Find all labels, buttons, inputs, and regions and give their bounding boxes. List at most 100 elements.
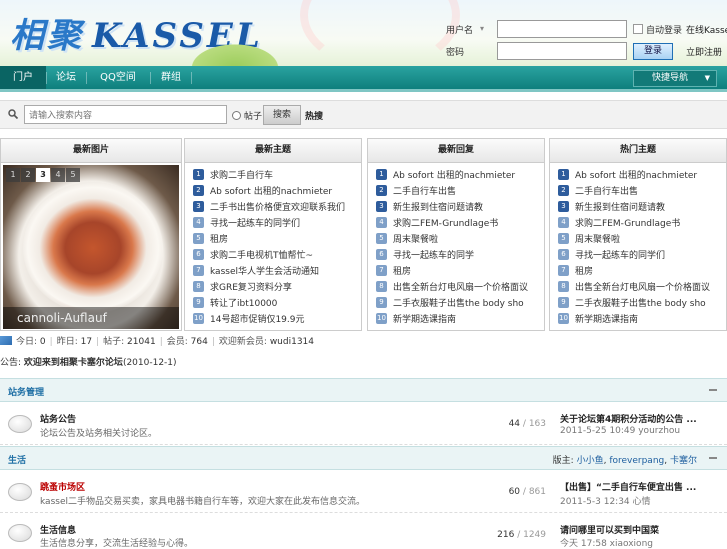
password-input[interactable] xyxy=(497,42,627,60)
list-item[interactable]: 8 出售全新台灯电风扇一个价格面议 xyxy=(558,279,727,295)
list-item-title[interactable]: 周末聚餐啦 xyxy=(393,232,438,245)
list-item[interactable]: 3 新生报到住宿问题请教 xyxy=(376,199,548,215)
register-link[interactable]: 立即注册 xyxy=(686,45,722,58)
username-input[interactable] xyxy=(497,20,627,38)
list-item[interactable]: 1 Ab sofort 出租的nachmieter xyxy=(376,167,548,183)
list-item[interactable]: 6 寻找一起练车的同学 xyxy=(376,247,548,263)
list-item-title[interactable]: 寻找一起练车的同学 xyxy=(393,248,474,261)
forum-name-link[interactable]: 跳蚤市场区 xyxy=(40,480,85,493)
list-item-title[interactable]: 14号超市促销仅19.9元 xyxy=(210,312,305,325)
slide-page-button[interactable]: 3 xyxy=(36,168,50,182)
nav-item-groups[interactable]: 群组 xyxy=(152,66,190,89)
block-title[interactable]: 站务管理 xyxy=(8,385,44,398)
list-item-title[interactable]: 租房 xyxy=(393,264,411,277)
moderator-link[interactable]: foreverpang xyxy=(609,456,664,466)
list-item[interactable]: 6 求购二手电视机T恤帮忙~ xyxy=(193,247,365,263)
list-item[interactable]: 1 求购二手自行车 xyxy=(193,167,365,183)
list-item[interactable]: 5 周末聚餐啦 xyxy=(558,231,727,247)
list-item[interactable]: 5 周末聚餐啦 xyxy=(376,231,548,247)
nav-item-qzone[interactable]: QQ空间 xyxy=(88,66,148,89)
search-type-radio[interactable] xyxy=(232,111,241,120)
slide-caption[interactable]: cannoli-Auflauf xyxy=(3,307,179,329)
last-post-link[interactable]: 关于论坛第4期积分活动的公告 ... xyxy=(560,412,697,425)
login-button[interactable]: 登录 xyxy=(633,43,673,60)
list-item-title[interactable]: 求购二FEM-Grundlage书 xyxy=(575,216,680,229)
forum-name-link[interactable]: 生活信息 xyxy=(40,523,76,536)
slide-page-button[interactable]: 2 xyxy=(21,168,35,182)
quick-nav-dropdown[interactable]: 快捷导航 ▼ xyxy=(633,70,717,87)
list-item[interactable]: 3 新生报到住宿问题请教 xyxy=(558,199,727,215)
list-item-title[interactable]: 转让了ibt10000 xyxy=(210,296,277,309)
list-item[interactable]: 6 寻找一起练车的同学们 xyxy=(558,247,727,263)
list-item[interactable]: 2 二手自行车出售 xyxy=(376,183,548,199)
rank-badge: 2 xyxy=(193,185,204,196)
nav-item-forum[interactable]: 论坛 xyxy=(46,66,86,89)
list-item-title[interactable]: 寻找一起练车的同学们 xyxy=(210,216,300,229)
slide-page-button[interactable]: 4 xyxy=(51,168,65,182)
last-post-link[interactable]: 【出售】“二手自行车便宜出售 ... xyxy=(560,480,696,493)
list-item[interactable]: 4 求购二FEM-Grundlage书 xyxy=(376,215,548,231)
list-item-title[interactable]: 二手自行车出售 xyxy=(393,184,456,197)
list-item-title[interactable]: 租房 xyxy=(210,232,228,245)
announcement-link[interactable]: 欢迎来到相聚卡塞尔论坛 xyxy=(24,358,123,368)
list-item-title[interactable]: 寻找一起练车的同学们 xyxy=(575,248,665,261)
list-item-title[interactable]: 租房 xyxy=(575,264,593,277)
moderator-link[interactable]: 卡塞尔 xyxy=(670,456,697,466)
list-item[interactable]: 10 14号超市促销仅19.9元 xyxy=(193,311,365,327)
list-item-title[interactable]: 求购二手电视机T恤帮忙~ xyxy=(210,248,313,261)
list-item[interactable]: 4 寻找一起练车的同学们 xyxy=(193,215,365,231)
slide-page-button[interactable]: 1 xyxy=(6,168,20,182)
list-item-title[interactable]: Ab sofort 出租的nachmieter xyxy=(210,184,332,197)
collapse-icon[interactable] xyxy=(709,457,717,459)
list-item[interactable]: 10 新学期选课指南 xyxy=(558,311,727,327)
remember-checkbox[interactable] xyxy=(633,24,643,34)
search-button[interactable]: 搜索 xyxy=(263,105,301,125)
list-item-title[interactable]: 二手书出售价格便宜欢迎联系我们 xyxy=(210,200,345,213)
list-item[interactable]: 7 租房 xyxy=(376,263,548,279)
list-item[interactable]: 9 二手衣服鞋子出售the body sho xyxy=(558,295,727,311)
list-item[interactable]: 5 租房 xyxy=(193,231,365,247)
forum-name-link[interactable]: 站务公告 xyxy=(40,412,76,425)
chevron-down-icon[interactable]: ▾ xyxy=(480,24,484,33)
list-item-title[interactable]: 新生报到住宿问题请教 xyxy=(393,200,483,213)
nav-item-portal[interactable]: 门户 xyxy=(0,66,46,89)
list-item-title[interactable]: Ab sofort 出租的nachmieter xyxy=(575,168,697,181)
last-post-link[interactable]: 请问哪里可以买到中国菜 xyxy=(560,523,659,536)
slide-page-button[interactable]: 5 xyxy=(66,168,80,182)
list-item-title[interactable]: 新生报到住宿问题请教 xyxy=(575,200,665,213)
newest-member-link[interactable]: wudi1314 xyxy=(270,337,314,347)
list-item-title[interactable]: 二手衣服鞋子出售the body sho xyxy=(393,296,524,309)
list-item[interactable]: 4 求购二FEM-Grundlage书 xyxy=(558,215,727,231)
search-input[interactable] xyxy=(24,105,227,124)
moderator-link[interactable]: 小小鱼 xyxy=(577,456,604,466)
list-item-title[interactable]: 求购二FEM-Grundlage书 xyxy=(393,216,498,229)
image-slideshow[interactable]: 12345 cannoli-Auflauf xyxy=(3,165,179,329)
list-item-title[interactable]: 周末聚餐啦 xyxy=(575,232,620,245)
list-item-title[interactable]: 二手自行车出售 xyxy=(575,184,638,197)
list-item[interactable]: 3 二手书出售价格便宜欢迎联系我们 xyxy=(193,199,365,215)
list-item[interactable]: 8 出售全新台灯电风扇一个价格面议 xyxy=(376,279,548,295)
thread-count: 44 xyxy=(508,419,521,429)
list-item-title[interactable]: 出售全新台灯电风扇一个价格面议 xyxy=(575,280,710,293)
online-link[interactable]: 在线Kassel xyxy=(686,23,727,36)
list-item[interactable]: 7 kassel华人学生会活动通知 xyxy=(193,263,365,279)
rank-badge: 2 xyxy=(558,185,569,196)
list-item[interactable]: 9 转让了ibt10000 xyxy=(193,295,365,311)
list-item[interactable]: 9 二手衣服鞋子出售the body sho xyxy=(376,295,548,311)
collapse-icon[interactable] xyxy=(709,389,717,391)
list-item-title[interactable]: 出售全新台灯电风扇一个价格面议 xyxy=(393,280,528,293)
list-item[interactable]: 1 Ab sofort 出租的nachmieter xyxy=(558,167,727,183)
list-item[interactable]: 7 租房 xyxy=(558,263,727,279)
list-item[interactable]: 2 二手自行车出售 xyxy=(558,183,727,199)
block-title[interactable]: 生活 xyxy=(8,453,26,466)
list-item-title[interactable]: 新学期选课指南 xyxy=(575,312,638,325)
list-item-title[interactable]: Ab sofort 出租的nachmieter xyxy=(393,168,515,181)
list-item-title[interactable]: 求购二手自行车 xyxy=(210,168,273,181)
list-item[interactable]: 8 求GRE复习资料分享 xyxy=(193,279,365,295)
list-item-title[interactable]: 求GRE复习资料分享 xyxy=(210,280,292,293)
list-item[interactable]: 10 新学期选课指南 xyxy=(376,311,548,327)
list-item-title[interactable]: 二手衣服鞋子出售the body sho xyxy=(575,296,706,309)
list-item-title[interactable]: 新学期选课指南 xyxy=(393,312,456,325)
list-item-title[interactable]: kassel华人学生会活动通知 xyxy=(210,264,319,277)
list-item[interactable]: 2 Ab sofort 出租的nachmieter xyxy=(193,183,365,199)
